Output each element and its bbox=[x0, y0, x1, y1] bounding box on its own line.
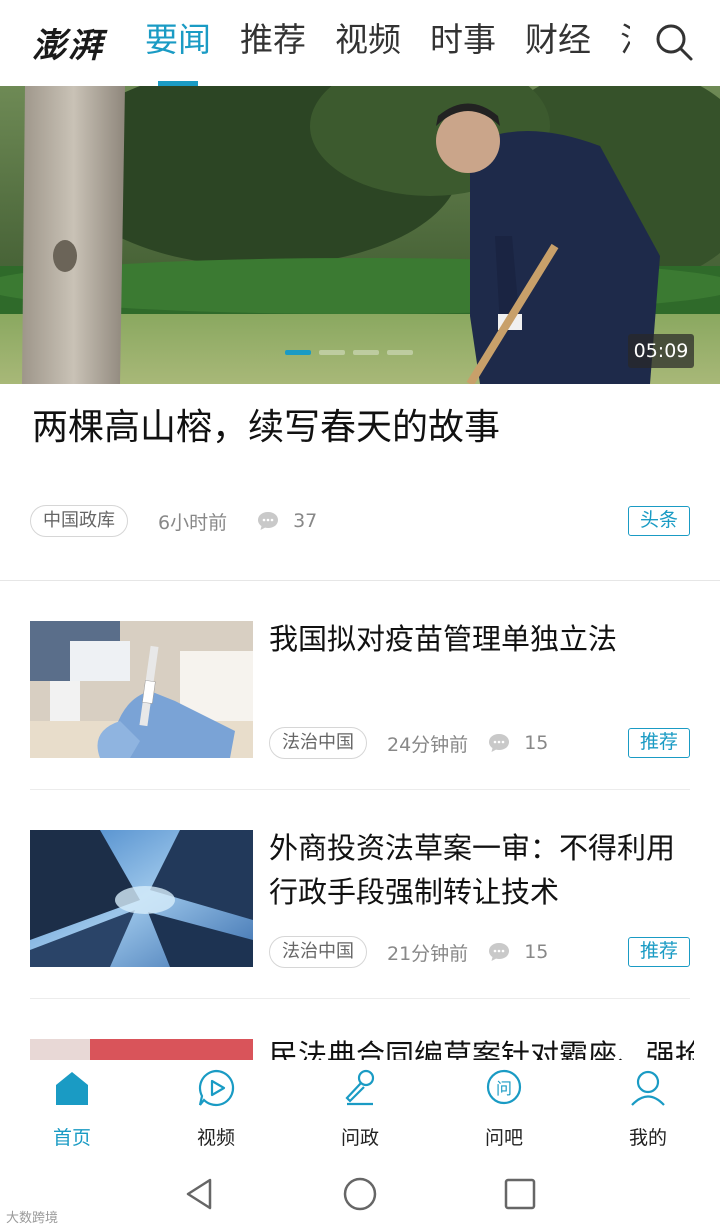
nav-label: 视频 bbox=[196, 1127, 235, 1149]
home-circle-icon[interactable] bbox=[340, 1174, 380, 1214]
nav-label: 首页 bbox=[52, 1127, 91, 1149]
nav-video[interactable]: 视频 bbox=[166, 1060, 266, 1156]
recommend-badge: 推荐 bbox=[628, 728, 690, 758]
comment-icon bbox=[489, 734, 510, 752]
article-thumbnail bbox=[30, 621, 253, 758]
user-icon bbox=[631, 1070, 665, 1106]
source-tag[interactable]: 法治中国 bbox=[269, 936, 367, 968]
microphone-icon bbox=[345, 1069, 375, 1106]
divider bbox=[30, 789, 690, 790]
nav-label: 问政 bbox=[340, 1127, 379, 1149]
carousel-dot bbox=[353, 350, 379, 355]
bottom-nav: 首页 视频 问政 问 问吧 我的 bbox=[0, 1060, 720, 1156]
nav-label: 问吧 bbox=[484, 1127, 523, 1149]
hero-image bbox=[0, 86, 720, 384]
recommend-badge: 推荐 bbox=[628, 937, 690, 967]
tab-yaowen[interactable]: 要闻 bbox=[145, 0, 211, 86]
nav-home[interactable]: 首页 bbox=[22, 1060, 122, 1156]
back-icon[interactable] bbox=[180, 1174, 220, 1214]
divider bbox=[30, 998, 690, 999]
nav-mine[interactable]: 我的 bbox=[598, 1060, 698, 1156]
tab-tuijian[interactable]: 推荐 bbox=[240, 0, 306, 86]
ask-bubble-icon: 问 bbox=[486, 1069, 522, 1105]
article-title[interactable]: 民法典合同编草案针对霸座、强抢 bbox=[269, 1033, 694, 1060]
article-meta: 法治中国 21分钟前 15 bbox=[269, 936, 548, 968]
comment-count: 15 bbox=[524, 941, 549, 963]
nav-label: 我的 bbox=[628, 1127, 667, 1149]
divider bbox=[0, 580, 720, 581]
system-nav-bar bbox=[0, 1156, 720, 1229]
article-thumbnail bbox=[30, 830, 253, 967]
tab-shipin[interactable]: 视频 bbox=[335, 0, 401, 86]
comment-icon bbox=[258, 512, 279, 530]
channel-tabs: 要闻推荐视频时事财经法 bbox=[145, 0, 630, 86]
watermark: 大数跨境 bbox=[6, 1211, 59, 1226]
nav-wenba[interactable]: 问 问吧 bbox=[454, 1060, 554, 1156]
video-duration: 05:09 bbox=[628, 334, 694, 368]
carousel-indicator bbox=[285, 350, 435, 356]
home-icon bbox=[56, 1072, 88, 1105]
comment-count: 15 bbox=[524, 732, 549, 754]
tab-fa[interactable]: 法 bbox=[620, 0, 630, 86]
article-title[interactable]: 我国拟对疫苗管理单独立法 bbox=[269, 617, 694, 661]
video-play-icon bbox=[198, 1069, 235, 1107]
source-tag[interactable]: 中国政库 bbox=[30, 505, 128, 537]
hero-title[interactable]: 两棵高山榕，续写春天的故事 bbox=[32, 398, 500, 450]
app-logo: 澎湃 bbox=[32, 26, 104, 66]
carousel-dot-active bbox=[285, 350, 311, 355]
tab-caijing[interactable]: 财经 bbox=[525, 0, 591, 86]
article-title[interactable]: 外商投资法草案一审：不得利用行政手段强制转让技术 bbox=[269, 826, 694, 914]
hero-video[interactable]: 05:09 bbox=[0, 86, 720, 384]
article-thumbnail bbox=[30, 1039, 253, 1060]
publish-time: 24分钟前 bbox=[387, 733, 469, 756]
search-icon[interactable] bbox=[654, 22, 694, 62]
carousel-dot bbox=[387, 350, 413, 355]
publish-time: 21分钟前 bbox=[387, 942, 469, 965]
hero-meta: 中国政库 6小时前 37 bbox=[30, 505, 317, 537]
carousel-dot bbox=[319, 350, 345, 355]
headline-badge: 头条 bbox=[628, 506, 690, 536]
tab-shishi[interactable]: 时事 bbox=[430, 0, 496, 86]
article-meta: 法治中国 24分钟前 15 bbox=[269, 727, 548, 759]
source-tag[interactable]: 法治中国 bbox=[269, 727, 367, 759]
nav-wenzheng[interactable]: 问政 bbox=[310, 1060, 410, 1156]
comment-icon bbox=[489, 943, 510, 961]
publish-time: 6小时前 bbox=[158, 511, 228, 534]
svg-text:问: 问 bbox=[496, 1079, 512, 1098]
recents-icon[interactable] bbox=[500, 1174, 540, 1214]
comment-count: 37 bbox=[293, 510, 318, 532]
top-bar: 澎湃 要闻推荐视频时事财经法 bbox=[0, 0, 720, 86]
